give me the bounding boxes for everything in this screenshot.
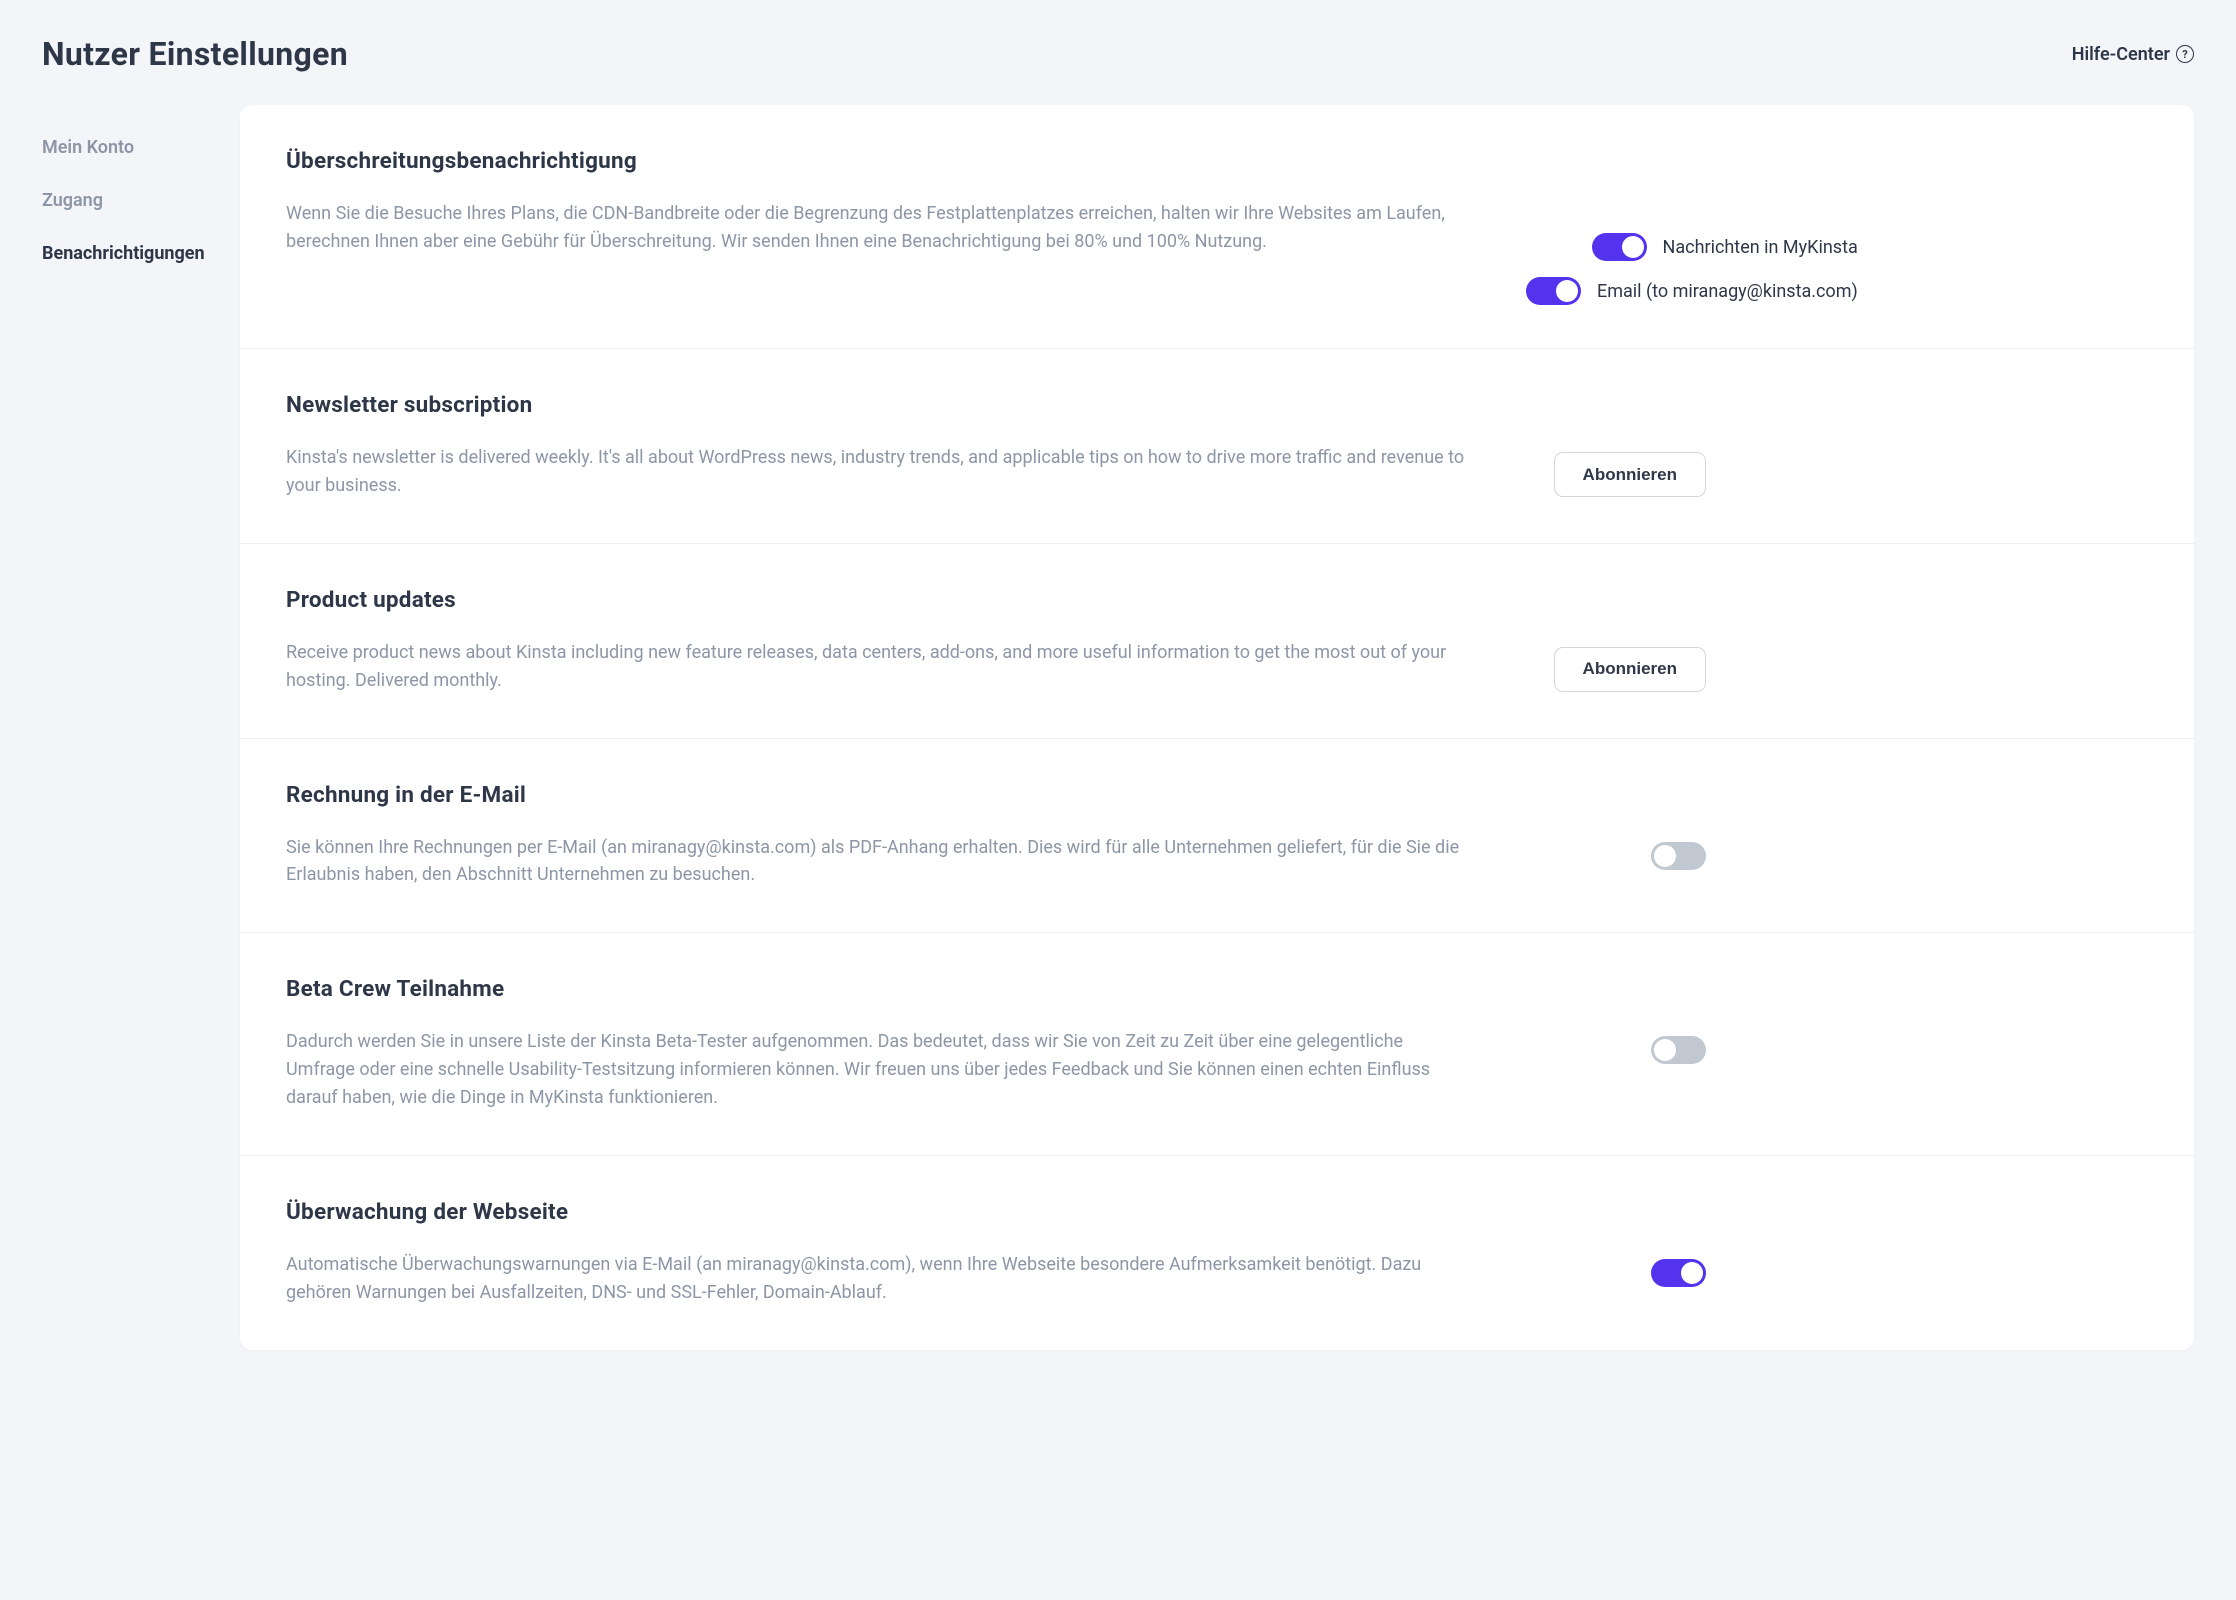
section-desc: Dadurch werden Sie in unsere Liste der K… (286, 1028, 1476, 1112)
section-beta-crew: Beta Crew Teilnahme Dadurch werden Sie i… (240, 933, 2194, 1156)
section-title: Überschreitungsbenachrichtigung (286, 148, 1486, 174)
subscribe-newsletter-button[interactable]: Abonnieren (1554, 452, 1706, 497)
section-desc: Sie können Ihre Rechnungen per E-Mail (a… (286, 834, 1476, 890)
sidebar-item-zugang[interactable]: Zugang (42, 174, 240, 227)
section-desc: Wenn Sie die Besuche Ihres Plans, die CD… (286, 200, 1476, 256)
section-invoice-email: Rechnung in der E-Mail Sie können Ihre R… (240, 739, 2194, 934)
toggle-mykinsta-messages[interactable] (1592, 233, 1647, 261)
section-title: Newsletter subscription (286, 392, 1486, 418)
sidebar-item-benachrichtigungen[interactable]: Benachrichtigungen (42, 227, 240, 280)
section-product-updates: Product updates Receive product news abo… (240, 544, 2194, 739)
sidebar: Mein Konto Zugang Benachrichtigungen (0, 105, 240, 1600)
help-center-label: Hilfe-Center (2072, 44, 2170, 65)
subscribe-product-updates-button[interactable]: Abonnieren (1554, 647, 1706, 692)
page-title: Nutzer Einstellungen (42, 35, 348, 73)
section-desc: Kinsta's newsletter is delivered weekly.… (286, 444, 1476, 500)
toggle-beta-crew[interactable] (1651, 1036, 1706, 1064)
section-desc: Receive product news about Kinsta includ… (286, 639, 1476, 695)
section-desc: Automatische Überwachungswarnungen via E… (286, 1251, 1476, 1307)
section-site-monitoring: Überwachung der Webseite Automatische Üb… (240, 1156, 2194, 1350)
section-title: Product updates (286, 587, 1486, 613)
content: Überschreitungsbenachrichtigung Wenn Sie… (240, 105, 2236, 1600)
toggle-email-overage[interactable] (1526, 277, 1581, 305)
toggle-site-monitoring[interactable] (1651, 1259, 1706, 1287)
toggle-label: Email (to miranagy@kinsta.com) (1597, 281, 1858, 302)
settings-card: Überschreitungsbenachrichtigung Wenn Sie… (240, 105, 2194, 1350)
help-center-link[interactable]: Hilfe-Center ? (2072, 44, 2194, 65)
toggle-invoice-email[interactable] (1651, 842, 1706, 870)
section-title: Rechnung in der E-Mail (286, 782, 1486, 808)
section-newsletter: Newsletter subscription Kinsta's newslet… (240, 349, 2194, 544)
section-title: Überwachung der Webseite (286, 1199, 1486, 1225)
topbar: Nutzer Einstellungen Hilfe-Center ? (0, 0, 2236, 105)
sidebar-item-mein-konto[interactable]: Mein Konto (42, 121, 240, 174)
toggle-label: Nachrichten in MyKinsta (1663, 237, 1858, 258)
help-icon: ? (2176, 45, 2194, 63)
section-title: Beta Crew Teilnahme (286, 976, 1486, 1002)
section-overage: Überschreitungsbenachrichtigung Wenn Sie… (240, 105, 2194, 349)
